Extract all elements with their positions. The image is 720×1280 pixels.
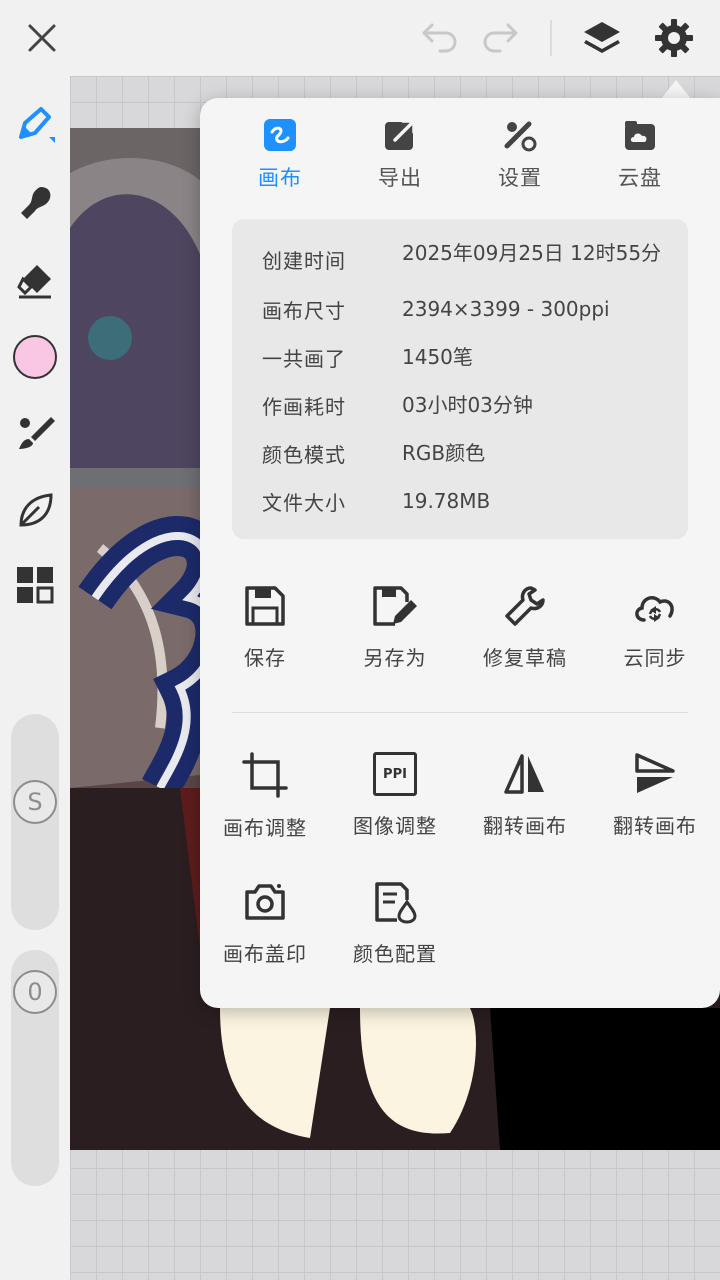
opacity-slider-knob[interactable]: 0 xyxy=(13,970,57,1014)
tab-settings[interactable]: 设置 xyxy=(465,118,575,198)
top-bar xyxy=(0,0,720,76)
ppi-badge-text: PPI xyxy=(383,766,407,782)
info-value: 1450笔 xyxy=(402,345,473,369)
save-button[interactable]: 保存 xyxy=(200,584,330,694)
tab-cloud-disk-label: 云盘 xyxy=(618,166,662,190)
canvas-settings-popup: 画布 导出 设置 云盘 创建时间 2025年09月25日 12时55分 画布尺寸… xyxy=(200,98,720,1008)
flip-canvas-vertical-label: 翻转画布 xyxy=(613,814,697,838)
canvas-stamp-label: 画布盖印 xyxy=(223,942,307,966)
save-label: 保存 xyxy=(244,646,286,670)
info-key: 一共画了 xyxy=(262,347,346,371)
tab-export-label: 导出 xyxy=(378,166,422,190)
leaf-icon[interactable] xyxy=(10,486,60,536)
info-key: 画布尺寸 xyxy=(262,299,346,323)
info-row-strokes: 一共画了 1450笔 xyxy=(262,343,682,379)
info-value: 2025年09月25日 12时55分 xyxy=(402,241,662,265)
tab-export[interactable]: 导出 xyxy=(345,118,455,198)
flip-canvas-horizontal-button[interactable]: 翻转画布 xyxy=(460,752,590,862)
info-key: 作画耗时 xyxy=(262,395,346,419)
brush-icon[interactable] xyxy=(10,100,60,150)
info-key: 颜色模式 xyxy=(262,443,346,467)
left-toolbar: S 0 xyxy=(0,76,70,1280)
save-as-button[interactable]: 另存为 xyxy=(330,584,460,694)
camera-icon xyxy=(245,884,285,920)
repair-icon xyxy=(505,586,545,626)
cloud-disk-icon xyxy=(625,121,655,150)
cloud-sync-label: 云同步 xyxy=(623,646,687,670)
eraser-icon[interactable] xyxy=(10,256,60,306)
popup-pointer xyxy=(660,80,692,100)
size-slider[interactable]: S xyxy=(11,714,59,930)
info-value: RGB颜色 xyxy=(402,441,486,465)
ppi-icon: PPI xyxy=(373,752,417,796)
save-as-label: 另存为 xyxy=(363,646,427,670)
opacity-slider[interactable]: 0 xyxy=(11,950,59,1186)
cloud-sync-button[interactable]: 云同步 xyxy=(590,584,720,694)
info-value: 03小时03分钟 xyxy=(402,393,533,417)
flip-canvas-horizontal-label: 翻转画布 xyxy=(483,814,567,838)
gear-icon[interactable] xyxy=(650,14,698,62)
flip-horizontal-icon xyxy=(504,754,544,794)
image-adjust-button[interactable]: PPI 图像调整 xyxy=(330,752,460,862)
brush-settings-icon[interactable] xyxy=(10,408,60,458)
crop-icon xyxy=(242,752,288,798)
image-adjust-label: 图像调整 xyxy=(353,814,437,838)
flip-vertical-icon xyxy=(635,753,675,793)
canvas-adjust-label: 画布调整 xyxy=(223,816,307,840)
canvas-icon xyxy=(264,119,296,151)
info-row-color-mode: 颜色模式 RGB颜色 xyxy=(262,439,682,475)
save-icon xyxy=(245,586,285,626)
color-swatch[interactable] xyxy=(10,332,60,382)
repair-draft-label: 修复草稿 xyxy=(483,646,567,670)
info-value: 2394×3399 - 300ppi xyxy=(402,297,610,321)
export-icon xyxy=(385,119,416,150)
info-row-created: 创建时间 2025年09月25日 12时55分 xyxy=(262,241,682,281)
smudge-icon[interactable] xyxy=(10,178,60,228)
tab-cloud-disk[interactable]: 云盘 xyxy=(585,118,695,198)
cloud-sync-icon xyxy=(635,596,674,622)
toolbar-divider xyxy=(550,20,552,56)
tab-settings-label: 设置 xyxy=(498,166,542,190)
info-row-file-size: 文件大小 19.78MB xyxy=(262,487,682,523)
info-value: 19.78MB xyxy=(402,489,491,513)
info-row-size: 画布尺寸 2394×3399 - 300ppi xyxy=(262,295,682,331)
canvas-stamp-button[interactable]: 画布盖印 xyxy=(200,880,330,990)
info-key: 创建时间 xyxy=(262,249,346,273)
tab-canvas[interactable]: 画布 xyxy=(225,118,335,198)
canvas-info-panel: 创建时间 2025年09月25日 12时55分 画布尺寸 2394×3399 -… xyxy=(232,219,688,539)
info-key: 文件大小 xyxy=(262,491,346,515)
save-as-icon xyxy=(373,586,417,626)
repair-draft-button[interactable]: 修复草稿 xyxy=(460,584,590,694)
undo-icon[interactable] xyxy=(414,14,462,62)
layers-icon[interactable] xyxy=(578,14,626,62)
info-row-duration: 作画耗时 03小时03分钟 xyxy=(262,391,682,427)
canvas-adjust-button[interactable]: 画布调整 xyxy=(200,752,330,862)
color-profile-button[interactable]: 颜色配置 xyxy=(330,880,460,990)
grid-icon[interactable] xyxy=(10,560,60,610)
actions-divider xyxy=(232,712,688,713)
flip-canvas-vertical-button[interactable]: 翻转画布 xyxy=(590,752,720,862)
tab-canvas-label: 画布 xyxy=(258,166,302,190)
color-profile-label: 颜色配置 xyxy=(353,942,437,966)
size-slider-knob[interactable]: S xyxy=(13,780,57,824)
color-profile-icon xyxy=(375,882,417,924)
redo-icon[interactable] xyxy=(478,14,526,62)
close-icon[interactable] xyxy=(18,14,66,62)
settings-tools-icon xyxy=(504,121,537,152)
